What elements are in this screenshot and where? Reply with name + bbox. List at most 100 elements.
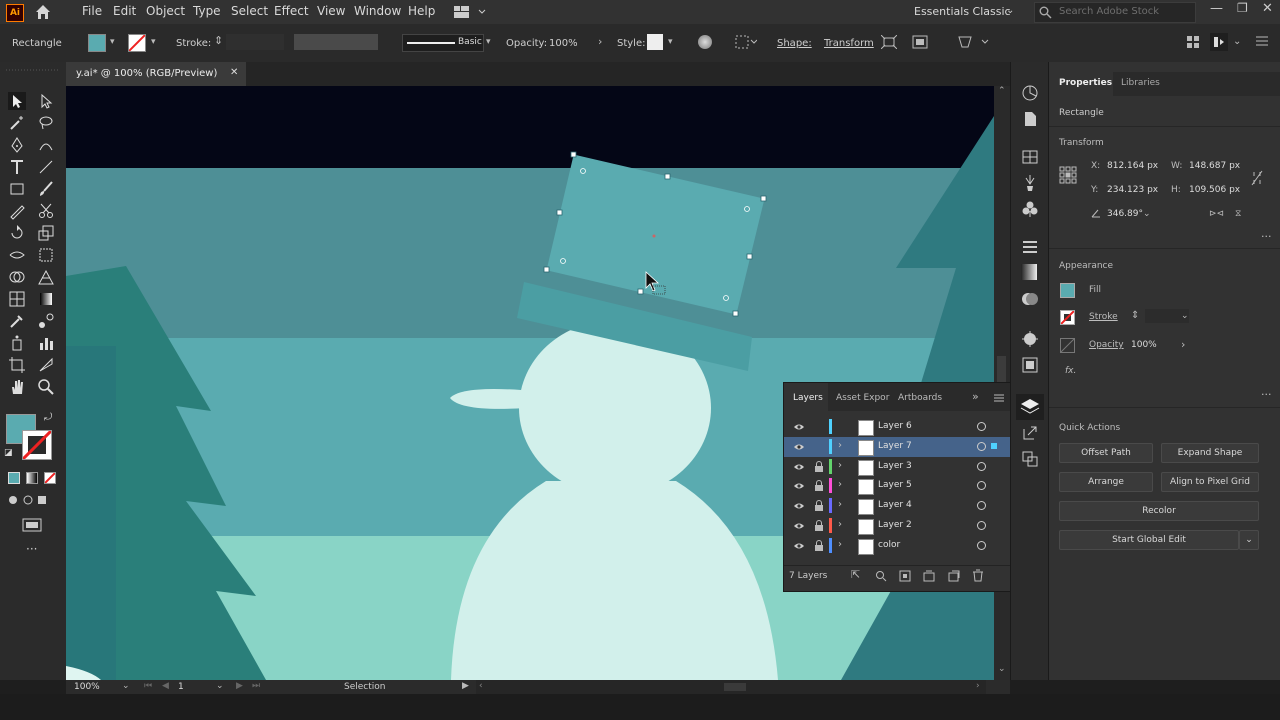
layer-row[interactable]: Layer 6 xyxy=(784,417,1010,437)
transparency-icon[interactable] xyxy=(1021,290,1039,311)
stroke-weight-field[interactable] xyxy=(226,34,284,50)
target-circle-icon[interactable] xyxy=(977,501,986,511)
visibility-eye-icon[interactable] xyxy=(794,462,804,472)
curvature-tool-icon[interactable] xyxy=(37,136,55,154)
visibility-eye-icon[interactable] xyxy=(794,521,804,531)
gradient-tool-icon[interactable] xyxy=(37,290,55,308)
color-guide-icon[interactable] xyxy=(1021,84,1039,105)
opacity-link[interactable]: Opacity xyxy=(1089,340,1124,350)
scale-tool-icon[interactable] xyxy=(37,224,55,242)
rotate-dropdown-icon[interactable]: ⌄ xyxy=(1143,209,1151,219)
color-mode-icon[interactable] xyxy=(8,472,20,484)
document-info-icon[interactable] xyxy=(1021,110,1039,131)
layer-name[interactable]: Layer 5 xyxy=(878,480,912,490)
layer-name[interactable]: Layer 7 xyxy=(878,441,912,451)
artboard-dropdown-icon[interactable]: ⌄ xyxy=(216,681,224,691)
menu-window[interactable]: Window xyxy=(354,4,401,18)
properties-tab[interactable]: Properties xyxy=(1059,78,1112,88)
tools-grip[interactable] xyxy=(4,64,62,71)
magic-wand-tool-icon[interactable] xyxy=(8,114,26,132)
expand-chevron-icon[interactable]: › xyxy=(838,440,842,451)
expand-shape-button[interactable]: Expand Shape xyxy=(1161,443,1259,463)
eyedropper-tool-icon[interactable] xyxy=(8,312,26,330)
brush-definition-field[interactable]: Basic xyxy=(402,34,484,52)
screen-mode-icon[interactable] xyxy=(22,518,42,535)
recolor-artwork-icon[interactable] xyxy=(698,35,712,49)
target-circle-icon[interactable] xyxy=(977,441,986,451)
menu-select[interactable]: Select xyxy=(231,4,268,18)
arrange-button[interactable]: Arrange xyxy=(1059,472,1153,492)
hscroll-thumb[interactable] xyxy=(724,683,746,691)
zoom-tool-icon[interactable] xyxy=(37,378,55,396)
rotate-tool-icon[interactable] xyxy=(8,224,26,242)
opacity-field[interactable]: 100% xyxy=(1131,340,1157,350)
shape-builder-tool-icon[interactable] xyxy=(8,268,26,286)
fill-swatch-panel[interactable] xyxy=(1060,283,1075,298)
shaper-tool-icon[interactable] xyxy=(8,202,26,220)
more-appearance-icon[interactable]: ··· xyxy=(1261,388,1272,401)
artboard-tool-icon[interactable] xyxy=(8,356,26,374)
scroll-left-icon[interactable]: ‹ xyxy=(479,681,483,691)
delete-layer-icon[interactable] xyxy=(972,569,984,585)
line-segment-tool-icon[interactable] xyxy=(37,158,55,176)
direct-selection-tool-icon[interactable] xyxy=(37,92,55,110)
lock-icon[interactable] xyxy=(814,539,824,552)
previous-artboard-icon[interactable]: ◀ xyxy=(162,681,169,691)
type-tool-icon[interactable] xyxy=(8,158,26,176)
visibility-eye-icon[interactable] xyxy=(794,442,804,452)
rectangle-tool-icon[interactable] xyxy=(8,180,26,198)
shape-link[interactable]: Shape: xyxy=(777,38,812,49)
new-layer-icon[interactable] xyxy=(948,570,960,585)
stroke-swatch-panel[interactable] xyxy=(1060,310,1075,325)
width-tool-icon[interactable] xyxy=(8,246,26,264)
expand-chevron-icon[interactable]: › xyxy=(838,479,842,490)
gradient-panel-icon[interactable] xyxy=(1021,264,1037,280)
scissors-tool-icon[interactable] xyxy=(37,202,55,220)
next-artboard-icon[interactable]: ▶ xyxy=(236,681,243,691)
graphic-styles-icon[interactable] xyxy=(1021,356,1039,377)
slice-tool-icon[interactable] xyxy=(37,356,55,374)
visibility-eye-icon[interactable] xyxy=(794,422,804,432)
align-icon[interactable] xyxy=(735,35,758,52)
layer-row[interactable]: › Layer 3 xyxy=(784,457,1010,477)
scroll-up-icon[interactable]: ⌃ xyxy=(998,86,1006,96)
envelope-distort-icon[interactable] xyxy=(958,35,990,52)
y-field[interactable]: 234.123 px xyxy=(1107,185,1158,195)
locate-object-icon[interactable] xyxy=(875,570,887,585)
target-circle-icon[interactable] xyxy=(977,481,986,491)
expand-chevron-icon[interactable]: › xyxy=(838,460,842,471)
target-circle-icon[interactable] xyxy=(977,461,986,471)
libraries-tab[interactable]: Libraries xyxy=(1121,78,1160,88)
constrain-proportions-icon[interactable] xyxy=(1251,170,1263,189)
menu-view[interactable]: View xyxy=(317,4,345,18)
none-mode-icon[interactable] xyxy=(44,472,56,484)
export-icon[interactable] xyxy=(1021,424,1039,445)
menu-type[interactable]: Type xyxy=(193,4,221,18)
layers-menu-icon[interactable] xyxy=(994,394,1004,405)
zoom-field[interactable]: 100% xyxy=(74,682,100,692)
style-dropdown-icon[interactable]: ▾ xyxy=(668,37,673,47)
start-global-edit-button[interactable]: Start Global Edit xyxy=(1059,530,1239,550)
offset-path-button[interactable]: Offset Path xyxy=(1059,443,1153,463)
first-artboard-icon[interactable]: ⏮ xyxy=(144,681,152,691)
stroke-weight-dropdown-icon[interactable]: ⌄ xyxy=(1181,311,1189,321)
opacity-arrow-icon[interactable]: › xyxy=(1181,338,1185,351)
layer-name[interactable]: Layer 3 xyxy=(878,461,912,471)
artboard-number[interactable]: 1 xyxy=(178,682,184,692)
layers-panel-icon[interactable] xyxy=(1016,394,1044,420)
transform-each-icon[interactable] xyxy=(880,34,898,52)
layer-name[interactable]: Layer 6 xyxy=(878,421,912,431)
free-transform-tool-icon[interactable] xyxy=(37,246,55,264)
paintbrush-tool-icon[interactable] xyxy=(37,180,55,198)
brushes-icon[interactable] xyxy=(1021,174,1039,195)
fill-dropdown-icon[interactable]: ▾ xyxy=(110,37,115,47)
expand-chevron-icon[interactable]: › xyxy=(838,539,842,550)
last-artboard-icon[interactable]: ⏭ xyxy=(252,681,260,691)
panel-toggle-icon[interactable] xyxy=(1210,33,1228,51)
menu-file[interactable]: File xyxy=(82,4,102,18)
opacity-value[interactable]: 100% xyxy=(549,38,578,49)
global-edit-options-icon[interactable]: ⌄ xyxy=(1239,530,1259,550)
target-circle-icon[interactable] xyxy=(977,540,986,550)
panel-menu-chevron-icon[interactable]: ⌄ xyxy=(1233,36,1241,47)
stroke-panel-icon[interactable] xyxy=(1021,238,1039,259)
